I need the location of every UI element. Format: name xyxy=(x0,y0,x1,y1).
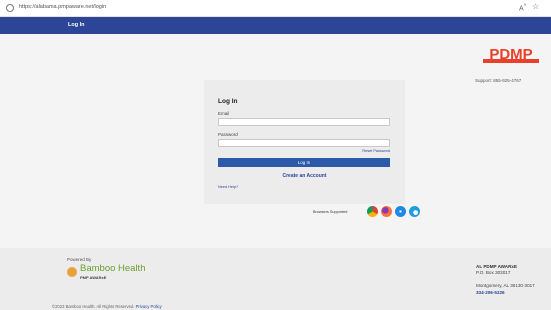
login-title: Log In xyxy=(218,98,238,105)
browsers-supported-label: Browsers Supported xyxy=(313,210,348,214)
nav-login-link[interactable]: Log In xyxy=(68,22,85,28)
po-box: P.O. Box 303017 xyxy=(476,270,511,275)
bamboo-health-logo-icon xyxy=(67,267,77,277)
create-account-link[interactable]: Create an Account xyxy=(204,173,405,179)
password-label: Password xyxy=(218,132,238,137)
email-field[interactable] xyxy=(218,118,390,126)
password-field[interactable] xyxy=(218,139,390,147)
safari-icon xyxy=(395,206,406,217)
login-button[interactable]: Log In xyxy=(218,158,390,167)
favorite-star-icon[interactable]: ☆ xyxy=(532,2,539,11)
privacy-policy-link[interactable]: Privacy Policy xyxy=(136,304,162,309)
firefox-icon xyxy=(381,206,392,217)
reader-mode-icon[interactable]: Aᵃ xyxy=(519,3,526,12)
org-name: AL PDMP AWARxE xyxy=(476,264,518,269)
login-card: Log In Email Password Reset Password Log… xyxy=(204,80,405,204)
need-help-link[interactable]: Need Help? xyxy=(218,185,238,189)
chrome-icon xyxy=(367,206,378,217)
copyright-label: ©2023 Bamboo Health. All Rights Reserved… xyxy=(52,304,135,309)
pmp-awarxe-label: PMP AWARxE xyxy=(80,275,107,280)
copyright-text: ©2023 Bamboo Health. All Rights Reserved… xyxy=(52,304,162,309)
support-phone: Support: 855-925-4767 xyxy=(475,78,522,83)
browser-address-bar: https://alabama.pmpaware.net/login Aᵃ ☆ xyxy=(0,0,551,17)
bamboo-health-name: Bamboo Health xyxy=(80,263,146,274)
powered-by-label: Powered By xyxy=(67,257,92,262)
page-footer: Powered By Bamboo Health PMP AWARxE ©202… xyxy=(0,248,551,310)
pdmp-logo: PDMP xyxy=(483,45,539,65)
reset-password-link[interactable]: Reset Password xyxy=(362,149,390,153)
pdmp-logo-text: PDMP xyxy=(489,46,532,63)
email-label: Email xyxy=(218,111,230,116)
edge-icon xyxy=(409,206,420,217)
address-url[interactable]: https://alabama.pmpaware.net/login xyxy=(19,4,106,10)
top-navigation-bar: Log In xyxy=(0,17,551,34)
site-info-icon[interactable] xyxy=(6,4,14,12)
city-address: Montgomery, AL 36130-3017 xyxy=(476,283,535,288)
contact-phone[interactable]: 334-206-5226 xyxy=(476,290,505,295)
